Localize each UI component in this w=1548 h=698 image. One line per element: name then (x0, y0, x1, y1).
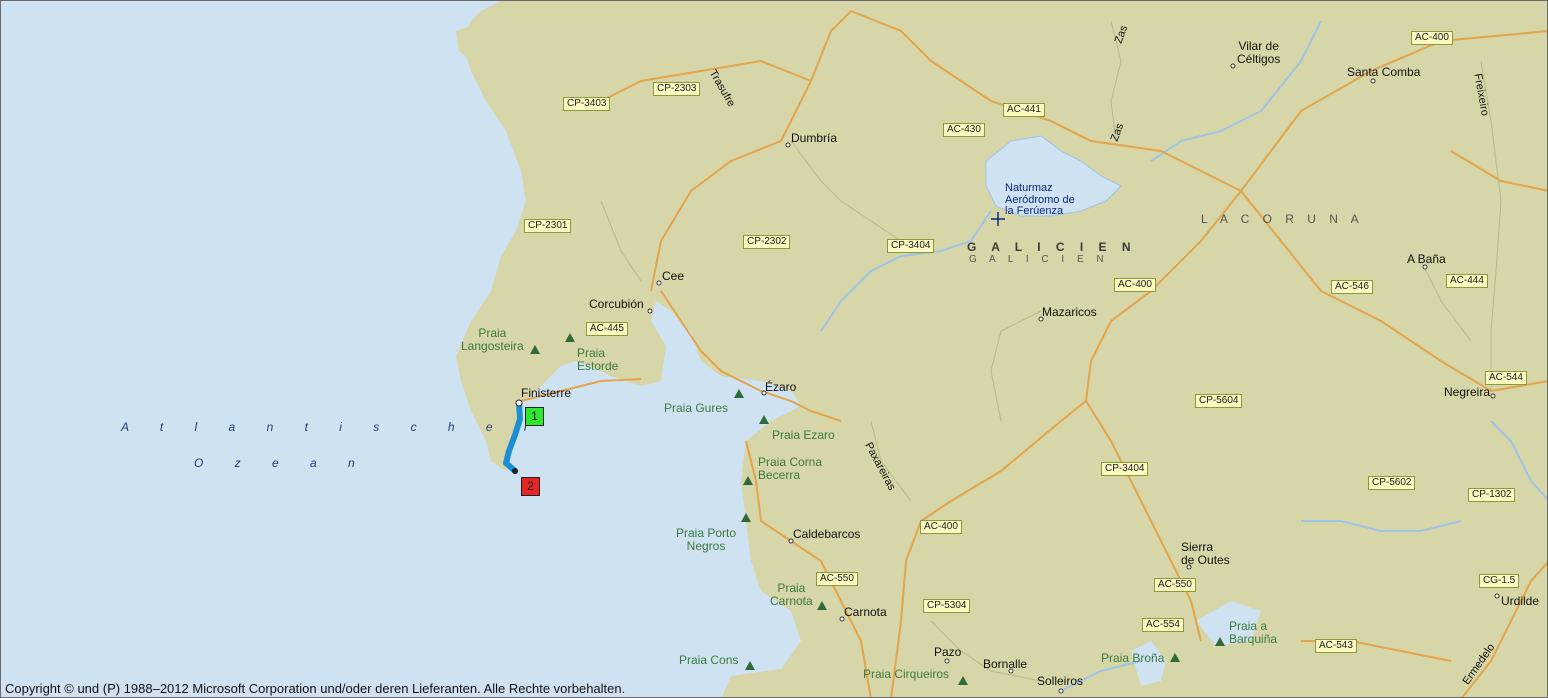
airport-label-line3: la Ferúenza (1005, 205, 1064, 218)
road-shield-ac-400-north[interactable]: AC-400 (1411, 31, 1453, 45)
beach-cons[interactable]: Praia Cons (679, 654, 738, 667)
beach-corna-line1: Praia Corna (758, 455, 823, 469)
road-shield-cp-5304[interactable]: CP-5304 (923, 599, 971, 613)
beach-corna-line2: Becerra (758, 467, 801, 482)
beach-carnota-line1: Praia (777, 581, 806, 595)
beach-brona[interactable]: Praia Broña (1101, 652, 1164, 665)
town-urdilde[interactable]: Urdilde (1501, 595, 1539, 608)
road-shield-cp-2303[interactable]: CP-2303 (653, 82, 701, 96)
road-shield-ac-430[interactable]: AC-430 (943, 123, 985, 137)
road-shield-cp-2301[interactable]: CP-2301 (524, 219, 572, 233)
town-a-bana[interactable]: A Baña (1407, 253, 1446, 266)
road-shield-cp-2302[interactable]: CP-2302 (743, 235, 791, 249)
road-shield-ac-400-middle[interactable]: AC-400 (1114, 278, 1156, 292)
beach-langosteira-line1: Praia (478, 326, 507, 340)
beach-estorde-line1: Praia (577, 346, 606, 360)
road-shield-ac-445[interactable]: AC-445 (586, 322, 628, 336)
route-end-marker[interactable]: 2 (521, 477, 540, 496)
region-label: G A L I C I E N (967, 240, 1137, 254)
beach-carnota[interactable]: Praia Carnota (770, 582, 813, 607)
beach-barquina-line2: Barquiña (1229, 631, 1278, 646)
beach-langosteira[interactable]: Praia Langosteira (461, 327, 524, 352)
ocean-label-line1: A t l a n t i s c h e r (121, 420, 542, 434)
road-shield-ac-544[interactable]: AC-544 (1485, 371, 1527, 385)
town-vilar-line2: Céltigos (1237, 51, 1281, 66)
road-shield-cp-3404-south[interactable]: CP-3404 (1101, 462, 1149, 476)
town-negreira[interactable]: Negreira (1444, 386, 1490, 399)
town-mazaricos[interactable]: Mazaricos (1042, 306, 1097, 319)
beach-gures[interactable]: Praia Gures (664, 402, 728, 415)
town-caldebarcos[interactable]: Caldebarcos (793, 528, 860, 541)
beach-ezaro[interactable]: Praia Ezaro (772, 429, 835, 442)
beach-porto-line1: Praia Porto (676, 526, 737, 540)
road-shield-cp-3404-north[interactable]: CP-3404 (887, 239, 935, 253)
town-carnota[interactable]: Carnota (844, 606, 887, 619)
road-shield-ac-554[interactable]: AC-554 (1142, 618, 1184, 632)
town-cee[interactable]: Cee (662, 270, 684, 283)
road-shield-cp-5604[interactable]: CP-5604 (1195, 394, 1243, 408)
town-sierra-de-outes[interactable]: Sierra de Outes (1181, 541, 1230, 566)
road-shield-ac-441[interactable]: AC-441 (1003, 103, 1045, 117)
town-vilar-de-celtigos[interactable]: Vilar de Céltigos (1237, 40, 1280, 65)
town-santa-comba[interactable]: Santa Comba (1347, 66, 1420, 79)
road-shield-cp-3403[interactable]: CP-3403 (563, 97, 611, 111)
town-bornalle[interactable]: Bornalle (983, 658, 1027, 671)
beach-porto-negros[interactable]: Praia Porto Negros (676, 527, 736, 552)
beach-carnota-line2: Carnota (770, 593, 813, 608)
town-finisterre[interactable]: Finisterre (521, 387, 571, 400)
beach-estorde[interactable]: Praia Estorde (577, 347, 618, 372)
road-shield-cp-5602[interactable]: CP-5602 (1368, 476, 1416, 490)
road-shield-ac-444[interactable]: AC-444 (1446, 274, 1488, 288)
town-pazo[interactable]: Pazo (934, 646, 961, 659)
town-sierra-line1: Sierra (1181, 540, 1214, 554)
town-vilar-line1: Vilar de (1238, 39, 1279, 53)
ocean-label-line2: O z e a n (194, 456, 369, 470)
beach-corna-becerra[interactable]: Praia Corna Becerra (758, 456, 822, 481)
road-shield-cp-1302[interactable]: CP-1302 (1468, 488, 1516, 502)
road-shield-ac-550-east[interactable]: AC-550 (1154, 578, 1196, 592)
province-label: L A C O R U N A (1201, 212, 1364, 226)
route-start-marker[interactable]: 1 (525, 407, 544, 426)
beach-barquina[interactable]: Praia a Barquiña (1229, 620, 1277, 645)
map-canvas[interactable]: A t l a n t i s c h e r O z e a n L A C … (0, 0, 1548, 698)
airport-label: Naturmaz Aeródromo de la Ferúenza (1005, 182, 1075, 218)
beach-porto-line2: Negros (686, 538, 726, 553)
region-label-shadow: G A L I C I E N (969, 254, 1109, 265)
road-shield-ac-546[interactable]: AC-546 (1331, 280, 1373, 294)
town-ezaro[interactable]: Ézaro (765, 381, 796, 394)
copyright-notice: Copyright © und (P) 1988–2012 Microsoft … (5, 681, 626, 696)
road-shield-cg-1-5[interactable]: CG-1.5 (1479, 574, 1520, 588)
road-shield-ac-550-west[interactable]: AC-550 (816, 572, 858, 586)
beach-cirqueiros[interactable]: Praia Cirqueiros (863, 668, 949, 681)
town-solleiros[interactable]: Solleiros (1037, 675, 1083, 688)
airport-label-line1: Naturmaz (1005, 182, 1053, 194)
town-sierra-line2: de Outes (1181, 552, 1230, 567)
town-dumbria[interactable]: Dumbría (791, 132, 837, 145)
beach-langosteira-line2: Langosteira (461, 338, 524, 353)
beach-barquina-line1: Praia a (1229, 619, 1268, 633)
road-shield-ac-543[interactable]: AC-543 (1315, 639, 1357, 653)
town-corcubion[interactable]: Corcubión (589, 298, 644, 311)
road-shield-ac-400-south[interactable]: AC-400 (920, 520, 962, 534)
beach-estorde-line2: Estorde (577, 358, 619, 373)
